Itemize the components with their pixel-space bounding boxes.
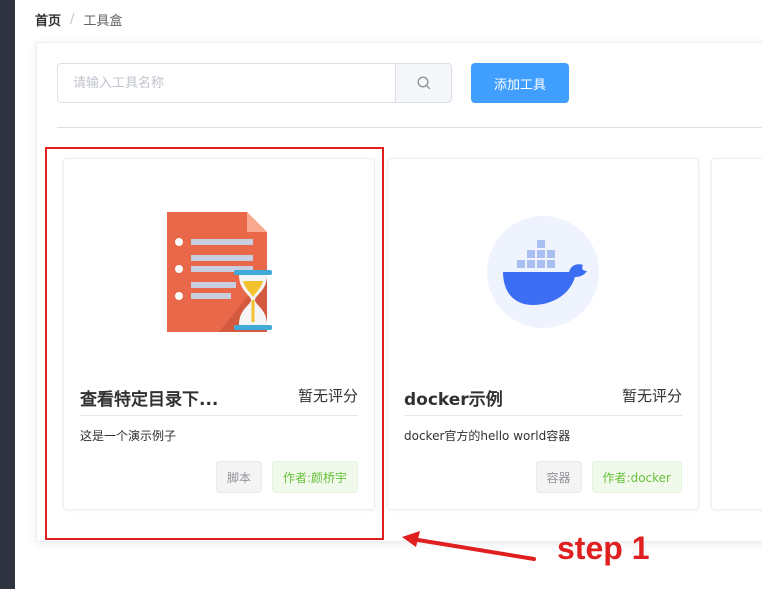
card-title: docker示例 bbox=[404, 390, 503, 410]
card-description: docker官方的hello world容器 bbox=[404, 429, 571, 443]
tool-card[interactable]: docker示例 暂无评分 docker官方的hello world容器 容器 … bbox=[387, 158, 699, 510]
breadcrumb-separator: / bbox=[70, 12, 75, 27]
add-tool-button[interactable]: 添加工具 bbox=[471, 63, 569, 103]
search-icon bbox=[416, 76, 430, 90]
search-box bbox=[57, 63, 452, 103]
breadcrumb-home[interactable]: 首页 bbox=[35, 10, 61, 29]
annotation-arrow-icon bbox=[402, 531, 536, 561]
annotation-step-label: step 1 bbox=[557, 530, 650, 566]
annotation-highlight-box bbox=[45, 147, 384, 540]
breadcrumb-current: 工具盒 bbox=[83, 14, 123, 29]
divider bbox=[57, 127, 762, 128]
search-button[interactable] bbox=[395, 63, 452, 103]
sidebar-edge bbox=[0, 0, 15, 589]
tool-card[interactable] bbox=[711, 158, 762, 510]
author-tag: 作者:docker bbox=[591, 461, 682, 493]
docker-whale-icon bbox=[483, 207, 603, 337]
card-divider bbox=[404, 415, 682, 416]
card-tags: 容器 作者:docker bbox=[535, 461, 682, 493]
category-tag: 容器 bbox=[535, 461, 582, 493]
card-rating: 暂无评分 bbox=[621, 387, 682, 405]
breadcrumb: 首页 / 工具盒 bbox=[35, 10, 122, 29]
search-input[interactable] bbox=[57, 63, 395, 103]
